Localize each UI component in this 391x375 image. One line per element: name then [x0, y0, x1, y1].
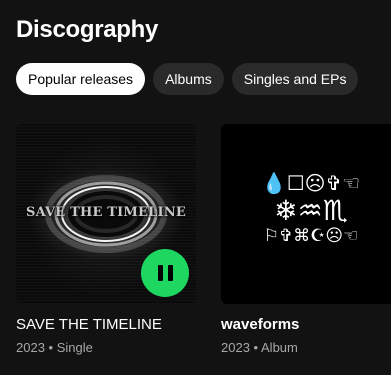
release-card[interactable]: SAVE THE TIMELINE SAVE THE TIMELINE 2023…	[16, 124, 196, 355]
pause-icon-bar	[167, 265, 173, 281]
pause-button[interactable]	[141, 249, 189, 297]
section-title: Discography	[16, 16, 159, 43]
release-title[interactable]: waveforms	[221, 316, 391, 333]
filter-chips: Popular releases Albums Singles and EPs	[16, 63, 359, 95]
cover-text: SAVE THE TIMELINE	[26, 205, 186, 220]
chip-albums[interactable]: Albums	[153, 63, 224, 95]
release-type: Album	[261, 340, 298, 355]
release-year: 2023	[16, 340, 45, 355]
meta-separator: •	[48, 340, 54, 355]
chip-popular-releases[interactable]: Popular releases	[16, 63, 146, 95]
album-cover[interactable]: SAVE THE TIMELINE	[16, 124, 196, 304]
release-meta: 2023 • Album	[221, 340, 391, 355]
chip-singles-and-eps[interactable]: Singles and EPs	[231, 63, 359, 95]
glyph-row: ❄♒♏	[274, 194, 348, 227]
cover-glyphs: 💧☐☹✞☜ ❄♒♏ ⚐✞⌘☪☹☜	[221, 172, 391, 247]
release-meta: 2023 • Single	[16, 340, 196, 355]
release-title[interactable]: SAVE THE TIMELINE	[16, 316, 196, 333]
release-type: Single	[56, 340, 93, 355]
glyph-row: 💧☐☹✞☜	[261, 171, 361, 195]
album-cover[interactable]: 💧☐☹✞☜ ❄♒♏ ⚐✞⌘☪☹☜	[221, 124, 391, 304]
pause-icon	[157, 265, 163, 281]
release-year: 2023	[221, 340, 250, 355]
glyph-row: ⚐✞⌘☪☹☜	[263, 226, 359, 247]
release-card[interactable]: 💧☐☹✞☜ ❄♒♏ ⚐✞⌘☪☹☜ waveforms 2023 • Album	[221, 124, 391, 355]
meta-separator: •	[253, 340, 259, 355]
